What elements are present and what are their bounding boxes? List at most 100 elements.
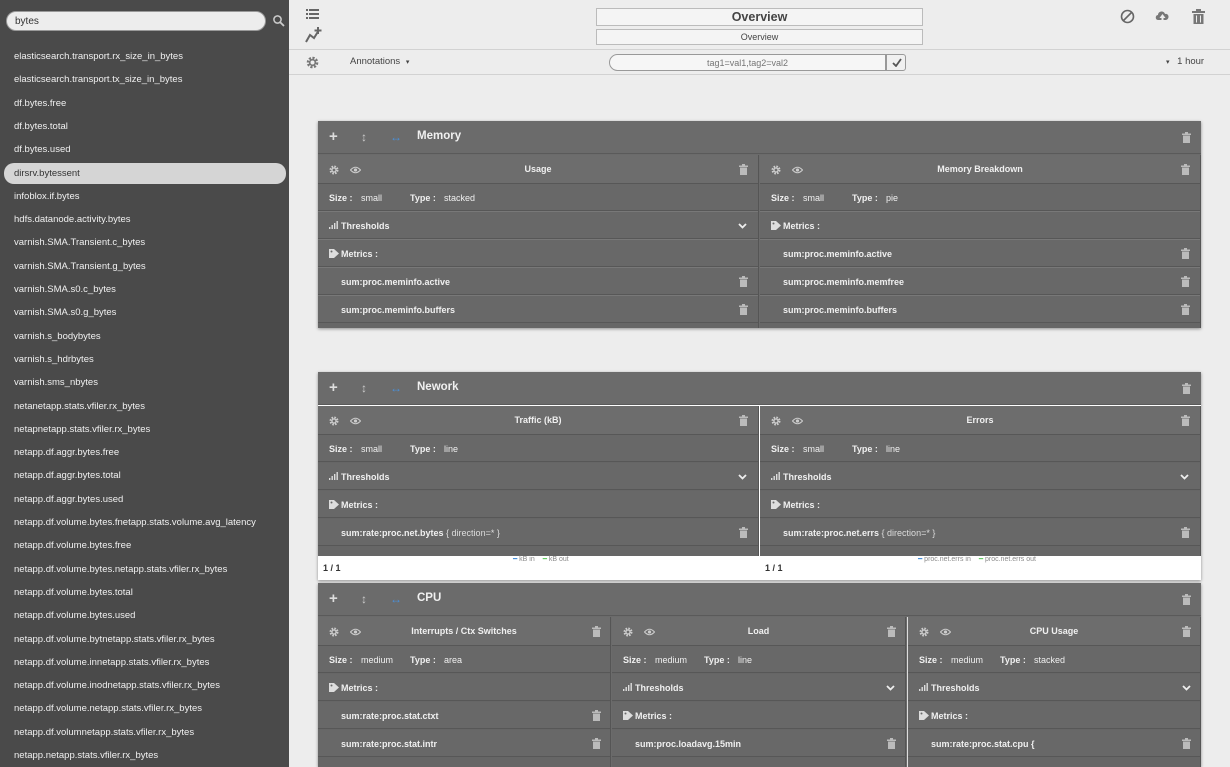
metric-name[interactable]: sum:rate:proc.net.bytes { direction=* }: [341, 528, 500, 538]
delete-metric-icon[interactable]: [887, 738, 896, 749]
metric-list-item[interactable]: varnish.SMA.Transient.g_bytes: [4, 256, 286, 277]
metric-list-item[interactable]: df.bytes.free: [4, 93, 286, 114]
panel-title[interactable]: CPU Usage: [908, 626, 1200, 636]
pager[interactable]: 1 / 1: [765, 563, 783, 573]
metric-list-item[interactable]: varnish.SMA.s0.c_bytes: [4, 279, 286, 300]
move-vertical-icon[interactable]: ↕: [361, 130, 367, 144]
metric-list-item[interactable]: netapp.df.volume.bytes.fnetapp.stats.vol…: [4, 512, 286, 533]
size-value[interactable]: medium: [655, 655, 687, 665]
size-value[interactable]: small: [803, 444, 824, 454]
metric-list-item[interactable]: netapp.df.volumnetapp.stats.vfiler.rx_by…: [4, 722, 286, 743]
apply-tags-button[interactable]: [886, 54, 906, 71]
delete-metric-icon[interactable]: [739, 527, 748, 538]
thresholds-row[interactable]: Thresholds: [908, 674, 1200, 701]
metric-list-item[interactable]: netapp.df.aggr.bytes.free: [4, 442, 286, 463]
delete-dashboard-icon[interactable]: [1192, 9, 1205, 24]
add-graph-icon[interactable]: [305, 27, 322, 43]
metric-list-item[interactable]: netapp.df.volume.bytes.free: [4, 535, 286, 556]
delete-metric-icon[interactable]: [592, 710, 601, 721]
time-range-dropdown[interactable]: ▾ 1 hour: [1166, 56, 1204, 67]
resize-horizontal-icon[interactable]: ↔: [390, 592, 402, 606]
metric-name[interactable]: sum:rate:proc.net.errs { direction=* }: [783, 528, 935, 538]
dashboard-title[interactable]: Overview: [596, 8, 923, 26]
thresholds-row[interactable]: Thresholds: [612, 674, 905, 701]
metric-name[interactable]: sum:rate:proc.stat.intr: [341, 739, 437, 749]
delete-metric-icon[interactable]: [1181, 248, 1190, 259]
pager[interactable]: 1 / 1: [323, 563, 341, 573]
delete-metric-icon[interactable]: [1181, 304, 1190, 315]
size-value[interactable]: small: [361, 193, 382, 203]
metric-list-item[interactable]: netapp.df.volume.bytnetapp.stats.vfiler.…: [4, 629, 286, 650]
metric-name[interactable]: sum:proc.meminfo.active: [783, 249, 892, 259]
type-value[interactable]: pie: [886, 193, 898, 203]
size-value[interactable]: medium: [361, 655, 393, 665]
panel-title[interactable]: Memory Breakdown: [760, 164, 1200, 174]
metric-list-item[interactable]: varnish.s_bodybytes: [4, 326, 286, 347]
metric-list-item[interactable]: netapp.df.volume.bytes.used: [4, 605, 286, 626]
metric-list-item[interactable]: netanetapp.stats.vfiler.rx_bytes: [4, 396, 286, 417]
metric-list-item[interactable]: netapp.df.volume.innetapp.stats.vfiler.r…: [4, 652, 286, 673]
delete-panel-icon[interactable]: [887, 626, 896, 637]
delete-metric-icon[interactable]: [1181, 276, 1190, 287]
metric-list-item[interactable]: netapnetapp.stats.vfiler.rx_bytes: [4, 419, 286, 440]
metric-list-item[interactable]: netapp.df.aggr.bytes.used: [4, 489, 286, 510]
thresholds-row[interactable]: Thresholds: [760, 463, 1200, 490]
type-value[interactable]: stacked: [444, 193, 475, 203]
thresholds-row[interactable]: Thresholds: [318, 212, 758, 239]
delete-metric-icon[interactable]: [1181, 527, 1190, 538]
type-value[interactable]: line: [738, 655, 752, 665]
panel-title[interactable]: Usage: [318, 164, 758, 174]
type-value[interactable]: area: [444, 655, 462, 665]
metric-name[interactable]: sum:proc.loadavg.15min: [635, 739, 741, 749]
metric-name[interactable]: sum:rate:proc.stat.cpu {: [931, 739, 1035, 749]
metric-list-item[interactable]: netapp.df.volume.bytes.total: [4, 582, 286, 603]
search-icon[interactable]: [272, 14, 286, 28]
type-value[interactable]: line: [886, 444, 900, 454]
delete-panel-icon[interactable]: [1181, 415, 1190, 426]
tags-input[interactable]: [609, 54, 886, 71]
section-title[interactable]: Memory: [417, 130, 461, 142]
section-title[interactable]: Nework: [417, 381, 459, 393]
chevron-down-icon[interactable]: [1180, 474, 1189, 480]
metric-name[interactable]: sum:proc.meminfo.buffers: [783, 305, 897, 315]
panel-title[interactable]: Traffic (kB): [318, 415, 758, 425]
delete-metric-icon[interactable]: [739, 304, 748, 315]
chevron-down-icon[interactable]: [738, 223, 747, 229]
metric-list-item[interactable]: netapp.df.volume.inodnetapp.stats.vfiler…: [4, 675, 286, 696]
panel-title[interactable]: Load: [612, 626, 905, 636]
chevron-down-icon[interactable]: [738, 474, 747, 480]
metric-list-item[interactable]: hdfs.datanode.activity.bytes: [4, 209, 286, 230]
panel-title[interactable]: Errors: [760, 415, 1200, 425]
delete-panel-icon[interactable]: [1182, 626, 1191, 637]
metric-list-item[interactable]: varnish.sms_nbytes: [4, 372, 286, 393]
metric-list-item[interactable]: varnish.SMA.Transient.c_bytes: [4, 232, 286, 253]
delete-panel-icon[interactable]: [592, 626, 601, 637]
metric-list-item[interactable]: varnish.SMA.s0.g_bytes: [4, 302, 286, 323]
delete-panel-icon[interactable]: [1181, 164, 1190, 175]
delete-metric-icon[interactable]: [592, 738, 601, 749]
metric-list-item[interactable]: elasticsearch.transport.rx_size_in_bytes: [4, 46, 286, 67]
panel-title[interactable]: Interrupts / Ctx Switches: [318, 626, 610, 636]
search-input[interactable]: [6, 11, 266, 31]
metric-list-item[interactable]: df.bytes.used: [4, 139, 286, 160]
type-value[interactable]: line: [444, 444, 458, 454]
add-panel-icon[interactable]: +: [329, 129, 338, 144]
list-icon[interactable]: [306, 8, 319, 20]
gear-icon[interactable]: [306, 56, 319, 69]
delete-section-icon[interactable]: [1182, 594, 1191, 605]
metric-list-item[interactable]: netapp.df.volume.bytes.netapp.stats.vfil…: [4, 559, 286, 580]
resize-horizontal-icon[interactable]: ↔: [390, 130, 402, 144]
metric-list-item[interactable]: netapp.df.volume.netapp.stats.vfiler.rx_…: [4, 698, 286, 719]
metric-list-item[interactable]: elasticsearch.transport.tx_size_in_bytes: [4, 69, 286, 90]
delete-section-icon[interactable]: [1182, 132, 1191, 143]
size-value[interactable]: small: [803, 193, 824, 203]
move-vertical-icon[interactable]: ↕: [361, 381, 367, 395]
move-vertical-icon[interactable]: ↕: [361, 592, 367, 606]
resize-horizontal-icon[interactable]: ↔: [390, 381, 402, 395]
delete-section-icon[interactable]: [1182, 383, 1191, 394]
metric-list-item[interactable]: df.bytes.total: [4, 116, 286, 137]
upload-cloud-icon[interactable]: [1154, 9, 1171, 24]
dashboard-subtitle[interactable]: Overview: [596, 29, 923, 45]
chevron-down-icon[interactable]: [1182, 685, 1191, 691]
add-panel-icon[interactable]: +: [329, 380, 338, 395]
